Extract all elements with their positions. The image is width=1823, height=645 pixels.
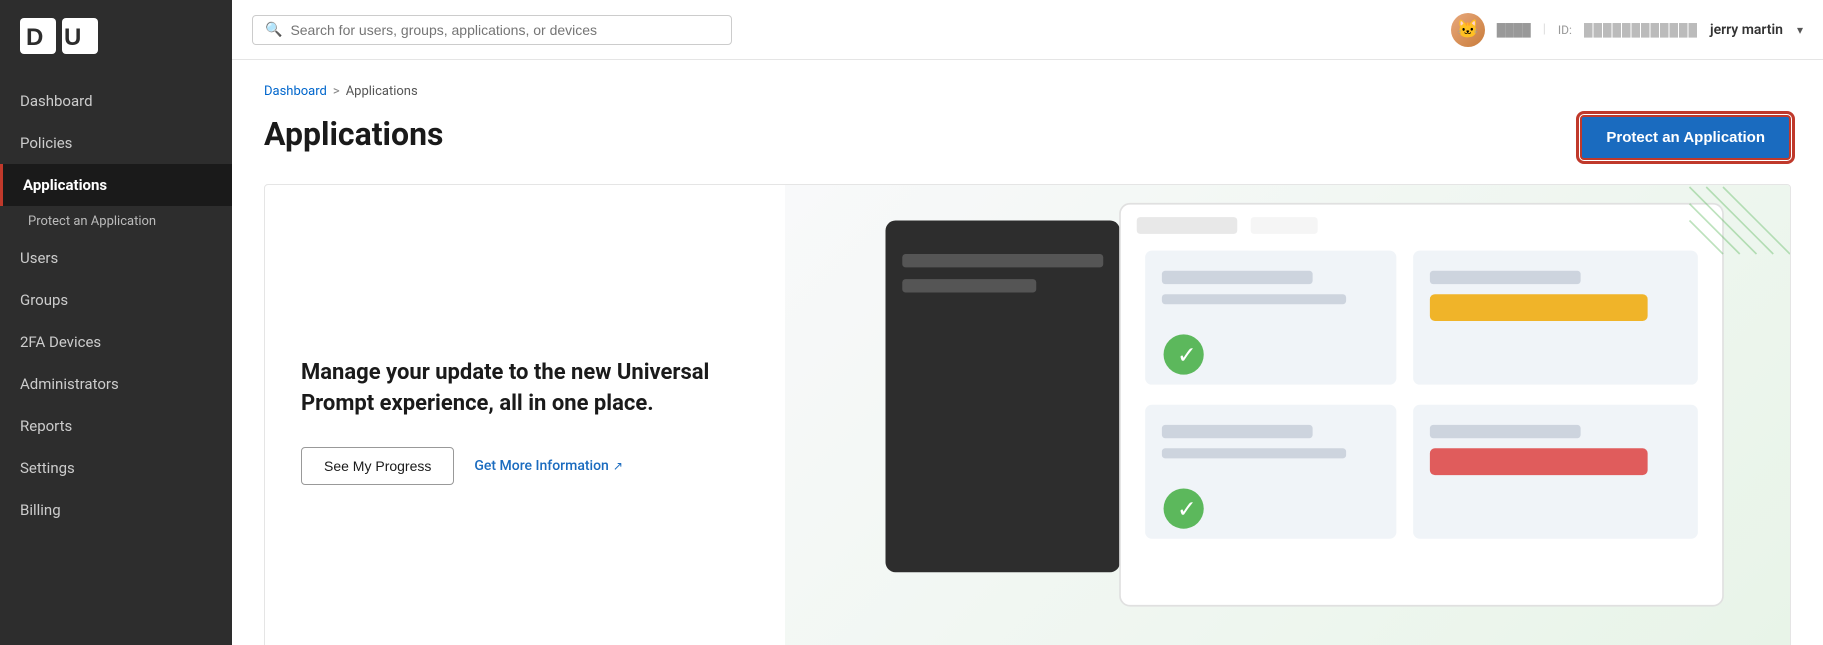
sidebar-item-2fa-devices[interactable]: 2FA Devices [0,321,232,363]
sidebar-item-billing[interactable]: Billing [0,489,232,531]
duo-logo: D U [20,18,100,62]
page-header: Applications Protect an Application [264,115,1791,160]
sidebar-item-reports[interactable]: Reports [0,405,232,447]
sidebar-item-groups[interactable]: Groups [0,279,232,321]
logo-area: D U [0,0,232,80]
topbar: 🔍 🐱 ████ | ID: ████████████ jerry martin… [232,0,1823,60]
banner-headline: Manage your update to the new Universal … [301,358,749,420]
main-area: 🔍 🐱 ████ | ID: ████████████ jerry martin… [232,0,1823,645]
topbar-right: 🐱 ████ | ID: ████████████ jerry martin ▾ [1451,13,1803,47]
page-title: Applications [264,115,443,153]
external-link-icon: ↗ [613,459,623,473]
svg-text:✓: ✓ [1177,342,1197,368]
sidebar-item-protect-application[interactable]: Protect an Application [0,206,232,237]
username-label[interactable]: jerry martin [1710,22,1783,38]
see-progress-button[interactable]: See My Progress [301,447,454,485]
sidebar-nav: Dashboard Policies Applications Protect … [0,80,232,645]
user-dropdown-caret[interactable]: ▾ [1797,23,1803,37]
content-area: Dashboard > Applications Applications Pr… [232,60,1823,645]
search-input[interactable] [290,22,719,38]
breadcrumb: Dashboard > Applications [264,84,1791,99]
sidebar: D U Dashboard Policies Applications Prot… [0,0,232,645]
search-icon: 🔍 [265,22,282,38]
sidebar-item-users[interactable]: Users [0,237,232,279]
id-value: ████████████ [1584,23,1698,37]
banner-illustration: ✓ ✓ [785,185,1790,645]
protect-application-button[interactable]: Protect an Application [1580,115,1791,160]
breadcrumb-home[interactable]: Dashboard [264,84,327,99]
sidebar-item-policies[interactable]: Policies [0,122,232,164]
sidebar-item-administrators[interactable]: Administrators [0,363,232,405]
svg-text:U: U [64,24,81,51]
banner-actions: See My Progress Get More Information ↗ [301,447,749,485]
global-search[interactable]: 🔍 [252,15,732,45]
sidebar-item-dashboard[interactable]: Dashboard [0,80,232,122]
id-label: ████ [1497,23,1531,37]
banner-text-area: Manage your update to the new Universal … [265,185,785,645]
breadcrumb-current: Applications [346,84,418,99]
get-more-information-link[interactable]: Get More Information ↗ [474,458,623,474]
sidebar-item-settings[interactable]: Settings [0,447,232,489]
svg-text:D: D [26,24,43,51]
breadcrumb-separator: > [333,84,340,99]
avatar: 🐱 [1451,13,1485,47]
id-prefix: ID: [1558,23,1572,37]
svg-text:✓: ✓ [1177,496,1197,522]
illustration-svg: ✓ ✓ [785,185,1790,645]
promo-banner: Manage your update to the new Universal … [264,184,1791,645]
sidebar-item-applications[interactable]: Applications [0,164,232,206]
